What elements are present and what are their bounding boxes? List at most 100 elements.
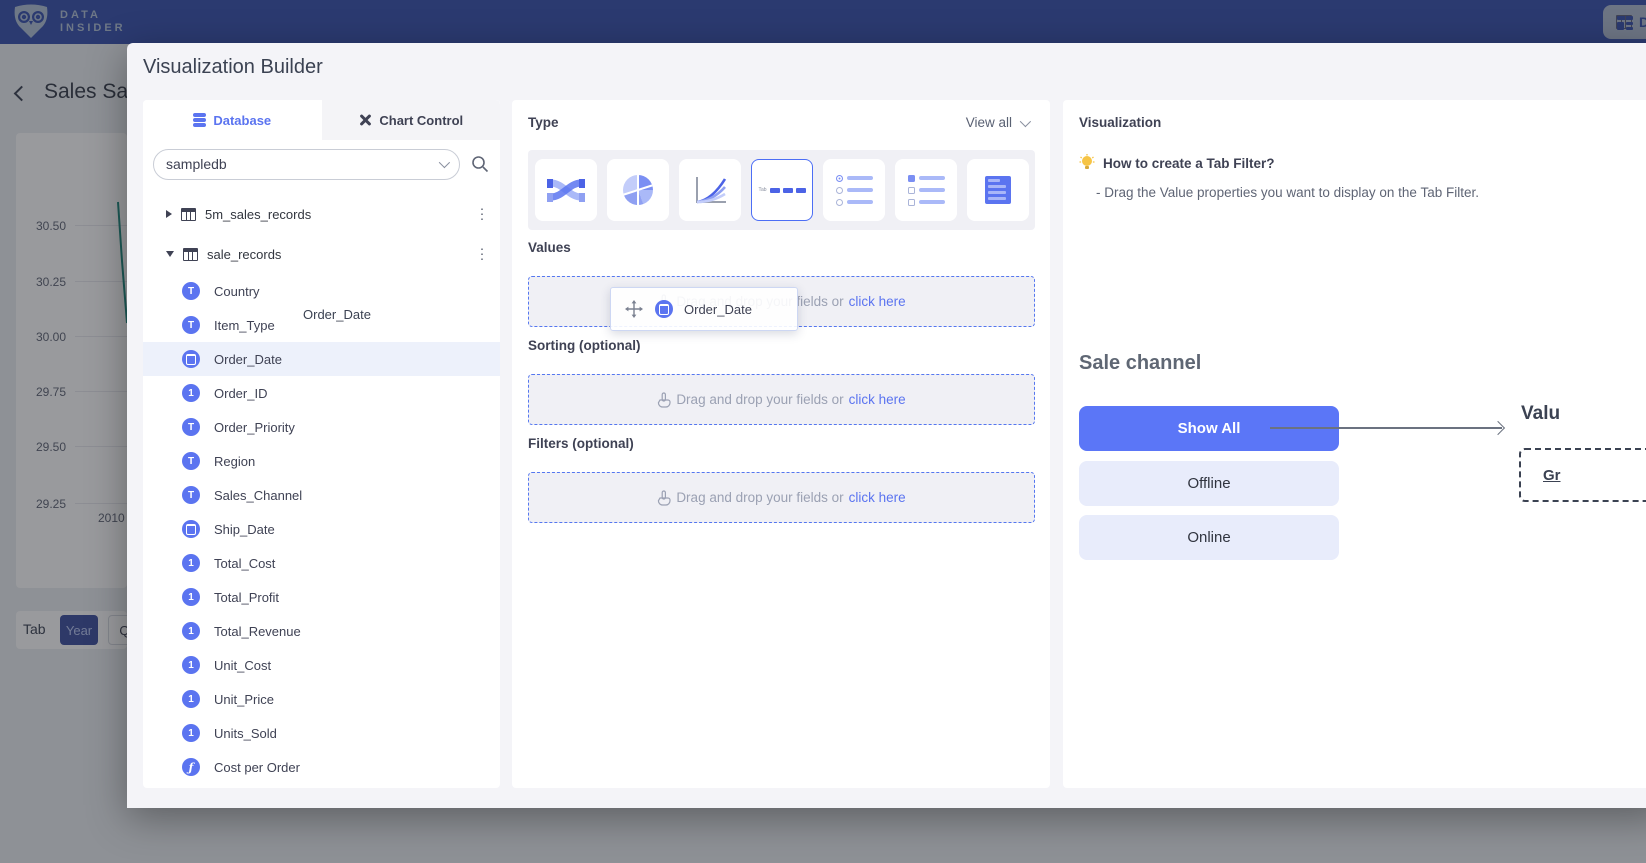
- sorting-click-here-link[interactable]: click here: [849, 392, 906, 407]
- field-order-priority[interactable]: Order_Priority: [143, 410, 500, 444]
- field-order-date[interactable]: Order_Date: [143, 342, 500, 376]
- view-all-dropdown[interactable]: View all: [966, 115, 1028, 130]
- app-screen: Sales Sa 30.50 30.25 30.00 29.75 29.50 2…: [0, 0, 1646, 863]
- table-sale-records[interactable]: sale_records: [143, 234, 500, 274]
- preview-button-online[interactable]: Online: [1079, 515, 1339, 560]
- chart-type-line[interactable]: [679, 159, 741, 221]
- drag-hand-icon: [657, 490, 671, 506]
- chevron-down-icon: [1020, 115, 1031, 126]
- annotation-group-link[interactable]: Gr: [1543, 467, 1561, 484]
- brand-logo[interactable]: DATA INSIDER: [12, 4, 126, 40]
- dashboard-grid-icon: [1616, 15, 1632, 29]
- sorting-section-label: Sorting (optional): [528, 338, 641, 353]
- table-icon: [183, 248, 198, 261]
- visualization-panel: Visualization How to create a Tab Filter…: [1063, 100, 1646, 788]
- search-icon[interactable]: [470, 154, 490, 174]
- lightbulb-icon: [1079, 154, 1095, 172]
- chart-type-checkbox-list[interactable]: [895, 159, 957, 221]
- database-select-value: sampledb: [166, 156, 439, 172]
- field-total-profit[interactable]: Total_Profit: [143, 580, 500, 614]
- number-field-icon: [182, 384, 200, 402]
- table-chart-icon: [985, 176, 1011, 204]
- brand-line1: DATA: [60, 9, 126, 22]
- preview-button-show-all[interactable]: Show All: [1079, 406, 1339, 451]
- dropzone-placeholder: Drag and drop your fields or: [676, 490, 843, 505]
- owl-logo-icon: [12, 4, 50, 40]
- chart-type-pie[interactable]: [607, 159, 669, 221]
- date-field-icon: [655, 300, 673, 318]
- filters-click-here-link[interactable]: click here: [849, 490, 906, 505]
- chart-type-table[interactable]: [967, 159, 1029, 221]
- annotation-value-label: Valu: [1521, 403, 1560, 425]
- modal-title: Visualization Builder: [143, 56, 323, 79]
- drag-ghost: Order_Date: [610, 287, 798, 331]
- text-field-icon: [182, 316, 200, 334]
- line-chart-icon: [693, 175, 727, 205]
- sankey-icon: [547, 176, 585, 204]
- move-icon: [624, 299, 644, 319]
- field-country[interactable]: Country: [143, 274, 500, 308]
- builder-panel: Type View all: [512, 100, 1050, 788]
- table-icon: [181, 208, 196, 221]
- number-field-icon: [182, 554, 200, 572]
- top-navbar: DATA INSIDER D: [0, 0, 1646, 44]
- field-order-id[interactable]: Order_ID: [143, 376, 500, 410]
- field-region[interactable]: Region: [143, 444, 500, 478]
- field-unit-price[interactable]: Unit_Price: [143, 682, 500, 716]
- number-field-icon: [182, 690, 200, 708]
- field-ship-date[interactable]: Ship_Date: [143, 512, 500, 546]
- type-section-label: Type: [528, 115, 559, 130]
- left-panel-tabbar: Database Chart Control: [143, 100, 500, 140]
- chevron-down-icon: [439, 157, 450, 168]
- tools-icon: [358, 113, 372, 127]
- field-total-cost[interactable]: Total_Cost: [143, 546, 500, 580]
- number-field-icon: [182, 622, 200, 640]
- caret-expanded-icon[interactable]: [166, 251, 174, 257]
- table-menu-kebab[interactable]: [474, 206, 490, 223]
- tab-chart-control-label: Chart Control: [379, 113, 463, 128]
- field-unit-cost[interactable]: Unit_Cost: [143, 648, 500, 682]
- caret-collapsed-icon[interactable]: [166, 210, 172, 218]
- filters-dropzone[interactable]: Drag and drop your fields or click here: [528, 472, 1035, 523]
- checkbox-list-icon: [908, 175, 945, 206]
- dashboard-switcher-label: D: [1639, 14, 1646, 30]
- database-select[interactable]: sampledb: [153, 149, 460, 180]
- number-field-icon: [182, 724, 200, 742]
- table-5m-sales-records[interactable]: 5m_sales_records: [143, 194, 500, 234]
- values-click-here-link[interactable]: click here: [849, 294, 906, 309]
- tip-body: - Drag the Value properties you want to …: [1096, 185, 1479, 200]
- chart-type-tab-filter[interactable]: Tab: [751, 159, 813, 221]
- number-field-icon: [182, 656, 200, 674]
- chart-type-sankey[interactable]: [535, 159, 597, 221]
- date-field-icon: [182, 520, 200, 538]
- date-field-icon: [182, 350, 200, 368]
- field-units-sold[interactable]: Units_Sold: [143, 716, 500, 750]
- sorting-dropzone[interactable]: Drag and drop your fields or click here: [528, 374, 1035, 425]
- drag-preview-label: Order_Date: [303, 307, 371, 322]
- database-search-row: sampledb: [143, 140, 500, 188]
- preview-button-offline[interactable]: Offline: [1079, 461, 1339, 506]
- tab-database-label: Database: [213, 113, 271, 128]
- visualization-title: Visualization: [1079, 115, 1161, 130]
- dashboard-switcher-button[interactable]: D: [1603, 5, 1646, 39]
- tab-chart-control[interactable]: Chart Control: [322, 100, 501, 140]
- text-field-icon: [182, 282, 200, 300]
- drag-hand-icon: [657, 392, 671, 408]
- field-cost-per-order[interactable]: Cost per Order: [143, 750, 500, 784]
- chart-type-radio-list[interactable]: [823, 159, 885, 221]
- field-total-revenue[interactable]: Total_Revenue: [143, 614, 500, 648]
- tab-database[interactable]: Database: [143, 100, 322, 140]
- chart-type-strip: Tab: [528, 150, 1035, 230]
- table-menu-kebab[interactable]: [474, 246, 490, 263]
- function-field-icon: [182, 758, 200, 776]
- number-field-icon: [182, 588, 200, 606]
- annotation-group-box: Gr: [1519, 448, 1646, 502]
- schema-tree: 5m_sales_records sale_records Country It…: [143, 188, 500, 784]
- drag-ghost-label: Order_Date: [684, 302, 752, 317]
- preview-title: Sale channel: [1079, 352, 1201, 375]
- tab-filter-icon: Tab: [758, 187, 805, 193]
- text-field-icon: [182, 452, 200, 470]
- values-section-label: Values: [528, 240, 571, 255]
- visualization-builder-modal: Visualization Builder Database Chart Con…: [127, 43, 1646, 808]
- field-sales-channel[interactable]: Sales_Channel: [143, 478, 500, 512]
